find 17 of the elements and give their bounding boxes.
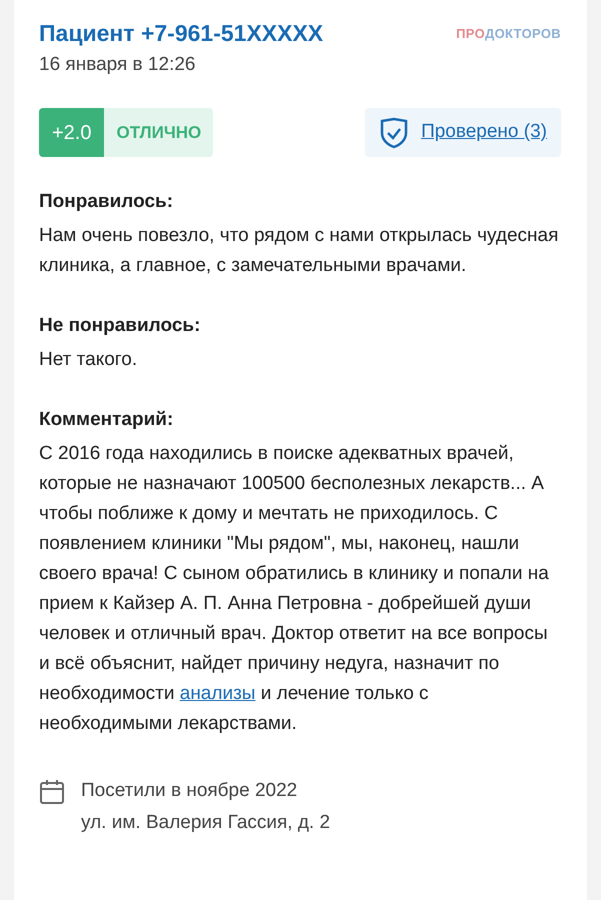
rating-label: ОТЛИЧНО bbox=[115, 122, 202, 144]
section-text: С 2016 года находились в поиске адекватных врачей, которые не назначают 100500 бесполезных лекарств... А чтобы поближе к дому и мечтать не приходилось. С появлением клиники "Мы рядом", мы, наконец, нашли своего врача! С сыном обратились в клинику и попали на прием к Кайзер А. П. Анна Петровна - добрейшей души человек и отличный врач. Доктор ответит на все вопросы и всё объяснит, найдет причину недуга, назначит по необходимости анализы и лечение только с необходимыми лекарствами. bbox=[39, 442, 550, 736]
author-name: Пациент +7-961-51XXXXX bbox=[39, 19, 324, 48]
section-text: Нет такого. bbox=[39, 348, 138, 372]
analysis-link[interactable]: анализы bbox=[180, 683, 256, 704]
section-text: Нам очень повезло, что рядом с нами открылась чудесная клиника, а главное, с замечательными врачами. bbox=[39, 224, 560, 278]
section-heading: Не понравилось: bbox=[39, 314, 202, 338]
section-heading: Понравилось: bbox=[39, 190, 174, 214]
rating-score: +2.0 bbox=[39, 108, 104, 157]
review-date: 16 января в 12:26 bbox=[39, 53, 196, 77]
calendar-icon bbox=[39, 779, 65, 805]
logo: ПРОДОКТОРОВ bbox=[456, 25, 561, 43]
shield-check-icon bbox=[379, 116, 410, 148]
clinic-address: ул. им. Валерия Гассия, д. 2 bbox=[81, 811, 330, 835]
visit-date: Посетили в ноябре 2022 bbox=[81, 779, 298, 803]
section-heading: Комментарий: bbox=[39, 408, 174, 432]
verified-link[interactable]: Проверено (3) bbox=[421, 118, 547, 147]
